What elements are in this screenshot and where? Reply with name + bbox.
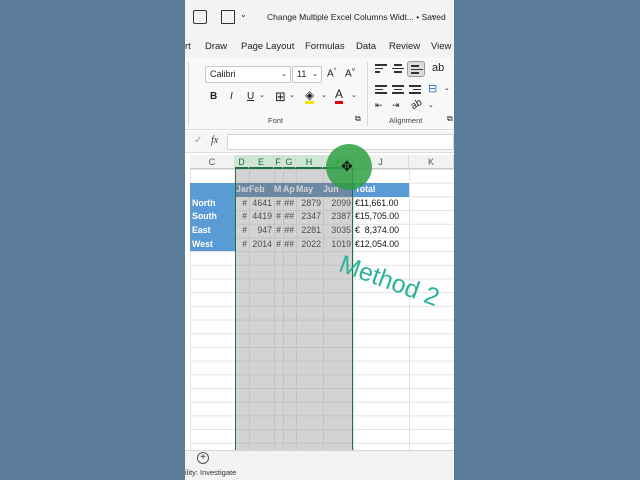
increase-indent-icon[interactable]: ⇥ — [392, 100, 400, 111]
sheet-tabs-bar: + — [185, 450, 454, 466]
underline-button[interactable]: U — [247, 91, 254, 102]
bold-button[interactable]: B — [210, 91, 217, 102]
column-header-e[interactable]: E — [249, 155, 274, 169]
autosave-icon[interactable] — [193, 10, 207, 24]
tab-insert[interactable]: rt — [185, 41, 191, 52]
underline-dropdown-icon[interactable]: ⌄ — [259, 91, 265, 99]
tab-view[interactable]: View — [431, 41, 451, 52]
wrap-text-icon[interactable]: ab — [432, 62, 444, 74]
separator — [367, 62, 368, 126]
ribbon: Calibri ⌄ 11 ⌄ A^ A˅ B I U ⌄ ⊞ ⌄ ◈ ⌄ A ⌄ F… — [185, 58, 454, 130]
alignment-dialog-launcher-icon[interactable]: ⧉ — [447, 114, 453, 124]
total-cell[interactable]: €11,661.00 — [355, 197, 409, 211]
region-cell[interactable]: North — [190, 196, 235, 211]
tab-review[interactable]: Review — [389, 41, 420, 52]
grow-font-button[interactable]: A^ — [327, 68, 337, 79]
total-cell[interactable]: € 8,374.00 — [355, 224, 409, 238]
region-cell[interactable]: South — [190, 210, 235, 225]
add-sheet-button[interactable]: + — [197, 452, 209, 464]
excel-window: ⌄ Change Multiple Excel Columns Widt... … — [185, 0, 454, 480]
document-title: Change Multiple Excel Columns Widt... • … — [267, 12, 446, 22]
resize-cursor-icon: ✥ — [341, 158, 353, 174]
top-align-icon[interactable] — [375, 64, 387, 73]
total-cell[interactable]: €15,705.00 — [355, 210, 409, 224]
font-group-label: Font — [268, 116, 284, 125]
bottom-align-button[interactable] — [407, 61, 425, 77]
fx-icon[interactable]: fx — [211, 135, 218, 146]
font-size-select[interactable]: 11 ⌄ — [292, 66, 322, 83]
font-dialog-launcher-icon[interactable]: ⧉ — [355, 114, 361, 124]
layout-icon[interactable] — [221, 10, 235, 24]
tab-data[interactable]: Data — [356, 41, 376, 52]
merge-dropdown-icon[interactable]: ⌄ — [444, 84, 450, 92]
tab-formulas[interactable]: Formulas — [305, 41, 345, 52]
align-center-icon[interactable] — [392, 85, 404, 94]
selected-columns-d-to-i[interactable] — [235, 169, 353, 450]
check-icon[interactable]: ✓ — [194, 135, 202, 146]
italic-button[interactable]: I — [230, 91, 233, 102]
tab-page-layout[interactable]: Page Layout — [241, 41, 294, 52]
tab-draw[interactable]: Draw — [205, 41, 227, 52]
column-header-k[interactable]: K — [409, 155, 454, 169]
column-header-g[interactable]: G — [283, 155, 296, 169]
chevron-down-icon: ⌄ — [312, 71, 318, 78]
orientation-dropdown-icon[interactable]: ⌄ — [428, 101, 434, 109]
chevron-down-icon: ⌄ — [281, 71, 287, 78]
fill-color-icon[interactable]: ◈ — [305, 89, 315, 104]
grid-line — [353, 169, 354, 450]
borders-icon[interactable]: ⊞ — [275, 89, 286, 105]
column-header-h[interactable]: H — [296, 155, 323, 169]
shrink-font-button[interactable]: A˅ — [345, 68, 355, 79]
total-cell[interactable]: €12,054.00 — [355, 238, 409, 252]
middle-align-icon[interactable] — [392, 64, 404, 73]
font-name-select[interactable]: Calibri ⌄ — [205, 66, 291, 83]
qat-dropdown-icon[interactable]: ⌄ — [240, 10, 247, 19]
alignment-group-label: Alignment — [389, 116, 423, 125]
region-header-cell[interactable] — [190, 183, 235, 197]
accessibility-status[interactable]: ility: Investigate — [185, 468, 236, 477]
status-bar: ility: Investigate — [185, 466, 454, 480]
formula-bar: ✓ fx — [185, 131, 454, 153]
orientation-icon[interactable]: ab — [409, 97, 424, 112]
column-header-d[interactable]: D — [235, 155, 249, 169]
column-header-f[interactable]: F — [274, 155, 283, 169]
ribbon-tabs: rt Draw Page Layout Formulas Data Review… — [185, 34, 454, 58]
title-bar: ⌄ Change Multiple Excel Columns Widt... … — [185, 0, 454, 34]
align-right-icon[interactable] — [409, 85, 421, 94]
font-color-dropdown-icon[interactable]: ⌄ — [351, 91, 357, 99]
column-header-c[interactable]: C — [190, 155, 235, 169]
bottom-align-icon — [411, 65, 423, 74]
font-color-icon[interactable]: A — [335, 88, 344, 104]
decrease-indent-icon[interactable]: ⇤ — [375, 100, 383, 111]
borders-dropdown-icon[interactable]: ⌄ — [289, 91, 295, 99]
separator — [188, 62, 189, 126]
grid-line — [409, 169, 410, 450]
title-chevron-icon[interactable]: ⌄ — [430, 10, 437, 19]
region-cell[interactable]: East — [190, 224, 235, 238]
align-left-icon[interactable] — [375, 85, 387, 94]
region-cell[interactable]: West — [190, 237, 235, 252]
fill-dropdown-icon[interactable]: ⌄ — [321, 91, 327, 99]
merge-center-icon[interactable]: ⊟ — [428, 82, 437, 95]
